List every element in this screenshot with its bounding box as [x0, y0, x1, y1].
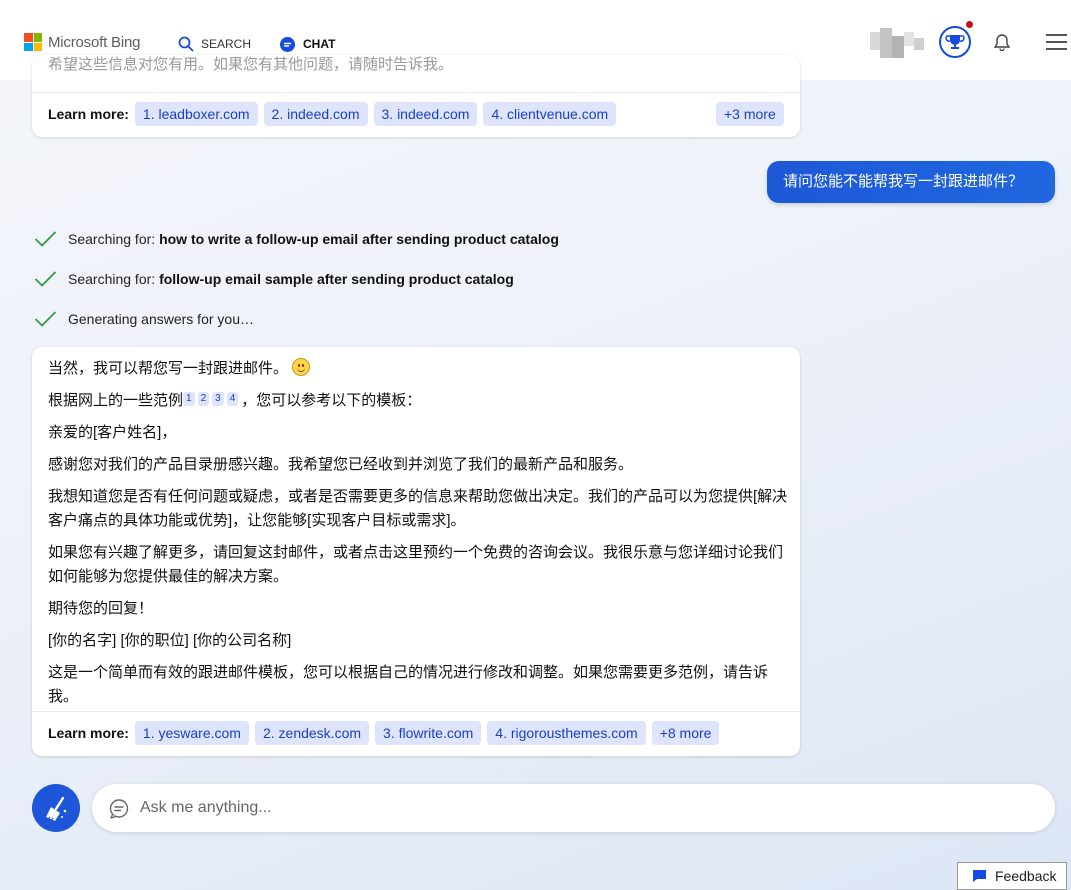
card-divider	[32, 711, 800, 712]
more-sources-button[interactable]: +3 more	[716, 102, 784, 126]
answer-paragraph: [你的名字] [你的职位] [你的公司名称]	[48, 632, 292, 649]
source-chip[interactable]: 4. clientvenue.com	[483, 102, 617, 126]
source-chip[interactable]: 3. indeed.com	[373, 102, 478, 126]
source-chip[interactable]: 1. yesware.com	[134, 721, 249, 745]
checkmark-icon	[34, 231, 57, 247]
bell-icon[interactable]	[993, 33, 1011, 56]
status-prefix: Searching for:	[68, 271, 160, 287]
source-chip[interactable]: 2. zendesk.com	[254, 721, 370, 745]
more-sources-button[interactable]: +8 more	[651, 721, 720, 745]
search-icon	[178, 36, 194, 52]
answer-content: 当然，我可以帮您写一封跟进邮件。 根据网上的一些范例 1 2 3 4 ，您可以参考以下的模…	[48, 357, 788, 717]
ask-input[interactable]	[140, 796, 1020, 820]
learn-more-row: Learn more: 1. leadboxer.com 2. indeed.c…	[48, 102, 622, 126]
answer-text: 根据网上的一些范例	[48, 392, 184, 409]
status-line: Generating answers for you…	[34, 310, 254, 328]
learn-more-label: Learn more:	[48, 106, 129, 122]
answer-paragraph: 当然，我可以帮您写一封跟进邮件。	[48, 357, 788, 381]
smiley-emoji-icon	[292, 358, 311, 376]
chat-bubble-icon	[109, 799, 129, 819]
user-message-bubble: 请问您能不能帮我写一封跟进邮件？	[767, 161, 1055, 203]
status-prefix: Generating answers for you…	[68, 311, 254, 327]
avatar[interactable]	[870, 28, 932, 58]
answer-paragraph: 我想知道您是否有任何问题或疑虑，或者是否需要更多的信息来帮助您做出决定。我们的产…	[48, 488, 788, 529]
status-query: follow-up email sample after sending pro…	[159, 271, 514, 287]
microsoft-logo-icon	[24, 33, 42, 51]
feedback-label: Feedback	[995, 868, 1057, 884]
source-chip[interactable]: 2. indeed.com	[263, 102, 368, 126]
new-topic-button[interactable]	[32, 784, 80, 832]
status-prefix: Searching for:	[68, 231, 160, 247]
source-chip[interactable]: 1. leadboxer.com	[134, 102, 258, 126]
brand-name: Microsoft Bing	[48, 33, 141, 51]
status-query: how to write a follow-up email after sen…	[159, 231, 559, 247]
answer-paragraph: 期待您的回复！	[48, 600, 154, 617]
chat-icon	[280, 36, 295, 52]
answer-paragraph: 这是一个简单而有效的跟进邮件模板，您可以根据自己的情况进行修改和调整。如果您需要…	[48, 664, 769, 705]
citation-badge[interactable]: 4	[226, 392, 239, 406]
card-divider	[32, 92, 800, 93]
citation-badge[interactable]: 2	[197, 392, 210, 406]
answer-paragraph: 亲爱的[客户姓名]，	[48, 424, 177, 441]
answer-text: ，您可以参考以下的模板：	[241, 392, 422, 409]
notification-dot	[966, 21, 973, 28]
tab-chat-label: CHAT	[303, 37, 336, 51]
rewards-trophy-icon[interactable]	[939, 26, 971, 58]
checkmark-icon	[34, 271, 57, 287]
answer-text: 当然，我可以帮您写一封跟进邮件。	[48, 360, 289, 377]
status-line: Searching for: how to write a follow-up …	[34, 230, 559, 248]
hamburger-menu-icon[interactable]	[1046, 34, 1067, 55]
tab-search-label: SEARCH	[201, 37, 252, 51]
chat-input-box[interactable]	[92, 784, 1055, 832]
learn-more-label: Learn more:	[48, 725, 129, 741]
faded-answer-text: 希望这些信息对您有用。如果您有其他问题，请随时告诉我。	[48, 56, 454, 73]
citation-badge[interactable]: 1	[183, 392, 195, 406]
previous-answer-card: 希望这些信息对您有用。如果您有其他问题，请随时告诉我。 Learn more: …	[32, 55, 800, 137]
answer-paragraph: 如果您有兴趣了解更多，请回复这封邮件，或者点击这里预约一个免费的咨询会议。我很乐…	[48, 544, 784, 585]
source-chip[interactable]: 3. flowrite.com	[375, 721, 482, 745]
learn-more-row: Learn more: 1. yesware.com 2. zendesk.co…	[48, 721, 725, 745]
answer-paragraph: 根据网上的一些范例 1 2 3 4 ，您可以参考以下的模板：	[48, 389, 788, 413]
bing-logo[interactable]: Microsoft Bing	[24, 33, 140, 51]
feedback-button[interactable]: Feedback	[957, 862, 1067, 890]
status-line: Searching for: follow-up email sample af…	[34, 270, 514, 288]
feedback-icon	[973, 870, 986, 882]
checkmark-icon	[34, 311, 57, 327]
broom-icon	[46, 796, 67, 823]
citation-badge[interactable]: 3	[212, 392, 224, 406]
answer-paragraph: 感谢您对我们的产品目录册感兴趣。我希望您已经收到并浏览了我们的最新产品和服务。	[48, 456, 634, 473]
answer-card: 当然，我可以帮您写一封跟进邮件。 根据网上的一些范例 1 2 3 4 ，您可以参考以下的模…	[32, 347, 800, 756]
source-chip[interactable]: 4. rigorousthemes.com	[487, 721, 646, 745]
